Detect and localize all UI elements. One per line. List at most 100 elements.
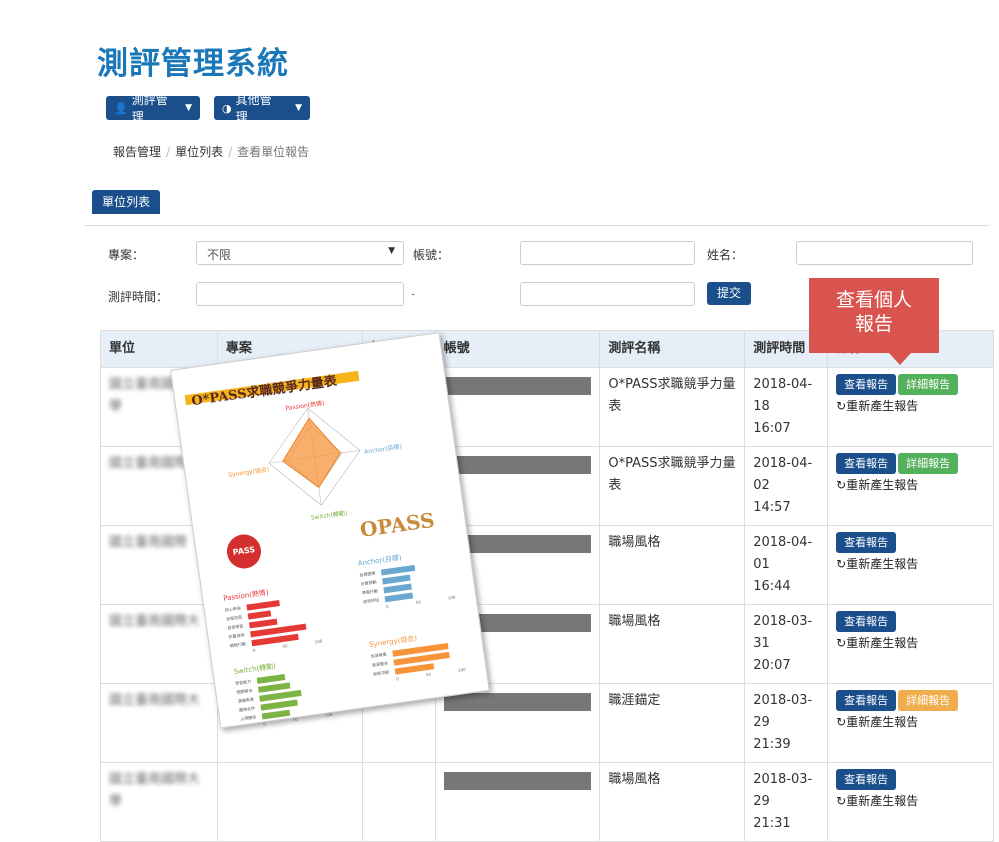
regenerate-label: 重新產生報告	[846, 636, 919, 650]
test-date: 2018-03-31	[753, 614, 813, 651]
project-select[interactable]: 不限 ▼	[196, 241, 404, 265]
test-name-cell: O*PASS求職競爭力量表	[599, 367, 746, 447]
test-clock: 21:39	[753, 737, 791, 752]
test-name-cell: 職涯錨定	[599, 683, 746, 763]
callout-line2: 報告	[854, 313, 893, 335]
test-name-cell: 職場風格	[599, 604, 746, 684]
report-preview: O*PASS求職競爭力量表 Passion(熱情) Anchor(目標) Swi…	[170, 332, 490, 729]
view-report-button[interactable]: 查看報告	[836, 690, 897, 711]
bar-label: 成效評估	[362, 597, 380, 605]
test-date: 2018-04-18	[753, 377, 813, 414]
regenerate-report-link[interactable]: ↻重新產生報告	[836, 397, 985, 415]
nav-assessment-label: 測評管理	[131, 93, 168, 124]
refresh-icon: ↻	[836, 557, 847, 571]
regenerate-label: 重新產生報告	[846, 478, 919, 492]
tab-unit-list[interactable]: 單位列表	[92, 190, 161, 214]
test-name-cell: 職場風格	[599, 762, 746, 842]
breadcrumb-item-report[interactable]: 報告管理	[113, 145, 161, 159]
tick-label: 0	[395, 676, 400, 682]
regenerate-report-link[interactable]: ↻重新產生報告	[836, 476, 985, 494]
submit-button[interactable]: 提交	[707, 282, 751, 305]
unit-text: 國立臺南國際大	[109, 693, 201, 708]
test-name-cell: O*PASS求職競爭力量表	[599, 446, 746, 526]
start-date-input[interactable]	[196, 282, 404, 306]
name-input[interactable]	[796, 241, 973, 265]
unit-cell: 國立臺南國際大	[100, 604, 218, 684]
regenerate-report-link[interactable]: ↻重新產生報告	[836, 555, 985, 573]
end-date-input[interactable]	[520, 282, 695, 306]
project-cell	[216, 762, 363, 842]
refresh-icon: ↻	[836, 478, 847, 492]
test-time-cell: 2018-03-31 20:07	[744, 604, 829, 684]
test-time-cell: 2018-04-18 16:07	[744, 367, 829, 447]
test-time-cell: 2018-04-01 16:44	[744, 525, 829, 605]
view-report-button[interactable]: 查看報告	[836, 532, 897, 553]
tab-divider	[84, 225, 989, 226]
half-circle-icon: ◑	[222, 101, 232, 115]
refresh-icon: ↻	[836, 399, 847, 413]
mascot-icon: PASS	[224, 532, 264, 571]
regenerate-report-link[interactable]: ↻重新產生報告	[836, 792, 985, 810]
test-date: 2018-04-01	[753, 535, 813, 572]
redacted-account	[443, 693, 592, 711]
regenerate-label: 重新產生報告	[846, 794, 919, 808]
select-arrow-icon: ▼	[388, 246, 395, 256]
test-date: 2018-03-29	[753, 772, 813, 809]
refresh-icon: ↻	[836, 794, 847, 808]
detail-report-button[interactable]: 詳細報告	[898, 690, 959, 711]
tick-label: 100	[447, 594, 456, 601]
table-row: 國立臺南國際大學 職場風格 2018-03-29 21:31 查看報告 ↻重新產生報告	[100, 762, 994, 842]
project-select-value: 不限	[207, 248, 232, 262]
tick-label: 50	[425, 671, 432, 678]
regenerate-label: 重新產生報告	[846, 557, 919, 571]
col-header-account: 帳號	[434, 330, 601, 368]
breadcrumb-item-units[interactable]: 單位列表	[175, 145, 223, 159]
test-time-cell: 2018-03-29 21:31	[744, 762, 829, 842]
test-clock: 14:57	[753, 500, 791, 515]
breadcrumb: 報告管理 / 單位列表 / 查看單位報告	[113, 143, 309, 160]
tick-label: 0	[385, 603, 389, 610]
tick-label: 100	[324, 711, 333, 718]
regenerate-label: 重新產生報告	[846, 715, 919, 729]
bar-label: 人際關係	[239, 714, 257, 722]
unit-cell: 國立臺南國際大	[100, 683, 218, 763]
bar-label: 創新突破	[372, 669, 390, 677]
regenerate-report-link[interactable]: ↻重新產生報告	[836, 634, 985, 652]
view-report-button[interactable]: 查看報告	[836, 611, 897, 632]
nav-assessment-button[interactable]: 👤 測評管理 ▼	[106, 93, 200, 124]
redacted-account	[443, 377, 592, 395]
nav-other-button[interactable]: ◑ 其他管理 ▼	[214, 93, 310, 124]
test-name-cell: 職場風格	[599, 525, 746, 605]
caret-down-icon: ▼	[185, 103, 192, 113]
view-report-button[interactable]: 查看報告	[836, 769, 897, 790]
callout-pointer	[889, 353, 911, 365]
refresh-icon: ↻	[836, 715, 847, 729]
unit-text: 國立臺南國際大學	[109, 772, 201, 809]
callout-view-personal-report: 查看個人 報告	[809, 278, 939, 353]
test-clock: 16:07	[753, 421, 791, 436]
tick-label: 50	[282, 643, 288, 650]
detail-report-button[interactable]: 詳細報告	[898, 374, 959, 395]
account-input[interactable]	[520, 241, 695, 265]
view-report-button[interactable]: 查看報告	[836, 453, 897, 474]
user-icon: 👤	[114, 101, 128, 115]
account-cell	[434, 367, 601, 447]
test-time-cell: 2018-04-02 14:57	[744, 446, 829, 526]
regenerate-report-link[interactable]: ↻重新產生報告	[836, 713, 985, 731]
name-cell	[361, 762, 436, 842]
detail-report-button[interactable]: 詳細報告	[898, 453, 959, 474]
nav-other-label: 其他管理	[235, 93, 272, 124]
account-filter-label: 帳號：	[413, 248, 450, 262]
view-report-button[interactable]: 查看報告	[836, 374, 897, 395]
tick-label: 0	[262, 721, 267, 727]
time-filter-label: 測評時間：	[108, 290, 169, 304]
test-date: 2018-03-29	[753, 693, 813, 730]
test-date: 2018-04-02	[753, 456, 813, 493]
test-clock: 16:44	[753, 579, 791, 594]
test-clock: 20:07	[753, 658, 791, 673]
tick-label: 100	[457, 666, 466, 673]
actions-cell: 查看報告 詳細報告 ↻重新產生報告	[827, 446, 994, 526]
opass-logo: OPASS	[358, 507, 437, 542]
radar-chart	[268, 407, 361, 506]
test-clock: 21:31	[753, 816, 791, 831]
